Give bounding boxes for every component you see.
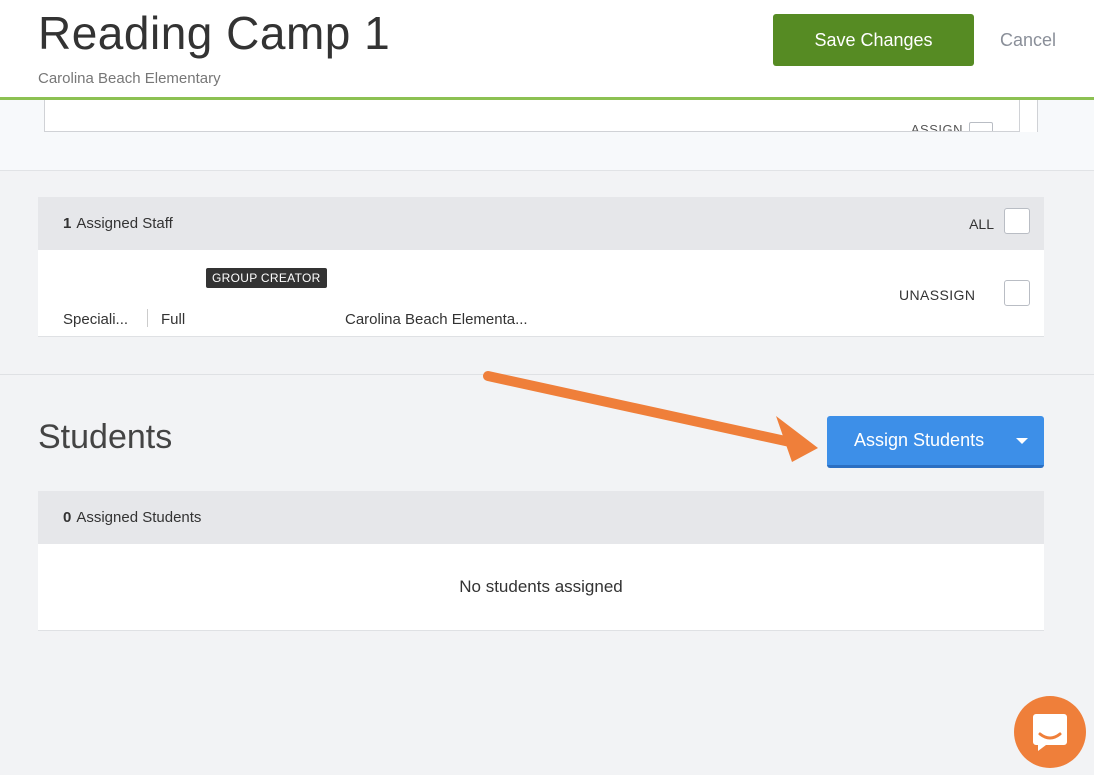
assign-label: ASSIGN [910, 122, 963, 132]
assign-students-button[interactable]: Assign Students [827, 416, 1044, 468]
unassign-checkbox[interactable] [1004, 280, 1030, 306]
students-header-label: Assigned Students [76, 509, 202, 526]
assigned-students-header: 0 Assigned Students [38, 491, 1044, 544]
group-creator-badge: GROUP CREATOR [206, 268, 327, 288]
select-all-checkbox[interactable] [1004, 208, 1030, 234]
students-count: 0 [63, 509, 72, 526]
staff-school: Carolina Beach Elementa... [345, 311, 528, 328]
previous-list-row: ASSIGN [44, 100, 1020, 132]
divider [147, 309, 148, 327]
select-all-label: ALL [969, 215, 994, 232]
chat-bubble-icon [1033, 714, 1067, 751]
staff-role: Speciali... [63, 311, 129, 328]
students-title: Students [38, 418, 173, 456]
cancel-link[interactable]: Cancel [1000, 30, 1056, 51]
staff-row: GROUP CREATOR Speciali... Full Carolina … [38, 250, 1044, 337]
unassign-label: UNASSIGN [899, 287, 976, 303]
assign-checkbox[interactable] [969, 122, 993, 131]
staff-type: Full [161, 311, 186, 328]
assigned-staff-header: 1 Assigned Staff ALL [38, 197, 1044, 250]
assign-students-label: Assign Students [854, 430, 985, 450]
page-header: Reading Camp 1 Carolina Beach Elementary… [0, 0, 1094, 100]
empty-students-message: No students assigned [38, 544, 1044, 631]
staff-count: 1 [63, 215, 72, 232]
caret-down-icon[interactable] [1016, 438, 1028, 444]
save-changes-button[interactable]: Save Changes [773, 14, 974, 66]
list-scrollbar[interactable] [1020, 100, 1038, 132]
staff-header-label: Assigned Staff [76, 215, 173, 232]
page-subtitle: Carolina Beach Elementary [38, 70, 221, 87]
page-title: Reading Camp 1 [38, 7, 391, 59]
chat-launcher-button[interactable] [1014, 696, 1086, 768]
